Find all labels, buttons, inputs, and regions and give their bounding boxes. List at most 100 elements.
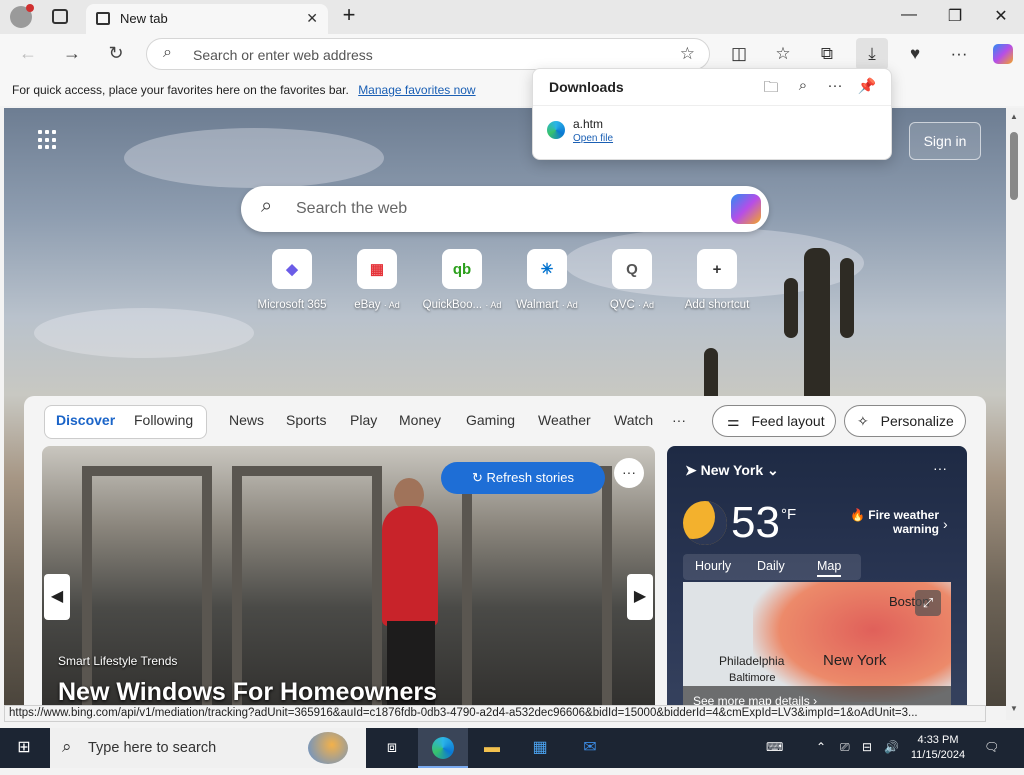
taskbar-clock[interactable]: 4:33 PM 11/15/2024 xyxy=(906,733,970,763)
apps-launcher-icon[interactable] xyxy=(38,130,58,150)
pin-icon[interactable]: 📌 xyxy=(857,77,877,95)
restore-button[interactable]: ❐ xyxy=(940,6,970,26)
minimize-button[interactable]: — xyxy=(894,6,924,24)
map-footer[interactable]: See more map details › xyxy=(683,686,951,706)
background-cactus xyxy=(804,248,830,408)
walmart-icon: ✳ xyxy=(527,249,567,289)
more-tabs-button[interactable]: ··· xyxy=(672,412,686,428)
task-view-icon[interactable]: ⧈ xyxy=(380,736,404,760)
feed-layout-button[interactable]: ⚌ Feed layout xyxy=(712,405,836,437)
tray-device-icon[interactable]: ⎚ xyxy=(840,740,850,755)
carousel-next-button[interactable]: ▶ xyxy=(627,574,653,620)
title-bar: New tab ✕ + — ❐ ✕ xyxy=(0,0,1024,34)
shortcut-tile[interactable]: ◆ Microsoft 365 xyxy=(247,249,337,311)
ad-badge: · Ad xyxy=(638,300,655,310)
story-more-button[interactable]: ··· xyxy=(614,458,644,488)
search-downloads-icon[interactable]: ⌕ xyxy=(793,77,813,94)
copilot-icon[interactable] xyxy=(990,42,1016,66)
background-cactus xyxy=(784,278,798,338)
microsoft-365-icon: ◆ xyxy=(272,249,312,289)
settings-more-icon[interactable]: ··· xyxy=(946,42,972,66)
feed-tab-money[interactable]: Money xyxy=(399,412,441,428)
shortcut-label: Walmart · Ad xyxy=(502,299,592,311)
weather-card[interactable]: ➤ New York ⌄ ··· 53 °F 🔥 Fire weather wa… xyxy=(667,446,967,706)
close-window-button[interactable]: ✕ xyxy=(986,6,1016,26)
downloads-title: Downloads xyxy=(549,79,624,95)
shortcut-tile[interactable]: + Add shortcut xyxy=(672,249,762,311)
scrollbar-thumb[interactable] xyxy=(1010,132,1018,200)
weather-tab-daily[interactable]: Daily xyxy=(757,559,785,573)
manage-favorites-link[interactable]: Manage favorites now xyxy=(358,83,475,97)
taskbar-search[interactable]: ⌕ Type here to search xyxy=(50,728,366,768)
windows-start-icon[interactable]: ⊞ xyxy=(12,736,36,760)
chevron-right-icon[interactable]: › xyxy=(943,516,948,532)
keyboard-icon[interactable]: ⌨ xyxy=(766,740,783,754)
feed-tab-weather[interactable]: Weather xyxy=(538,412,591,428)
mail-icon[interactable]: ✉ xyxy=(578,736,602,760)
browser-essentials-icon[interactable]: ♥ xyxy=(902,42,928,66)
shortcut-tile[interactable]: Q QVC · Ad xyxy=(587,249,677,311)
weather-location[interactable]: ➤ New York ⌄ xyxy=(685,462,779,479)
story-image-person xyxy=(382,506,438,626)
weather-map[interactable]: Boston Philadelphia New York Baltimore ⤢… xyxy=(683,582,951,706)
story-card[interactable]: ↻ Refresh stories ··· ◀ ▶ Smart Lifestyl… xyxy=(42,446,655,706)
feed-tab-discover[interactable]: Discover xyxy=(56,412,115,428)
page-scrollbar[interactable]: ▲ ▼ xyxy=(1006,108,1024,720)
download-file-name[interactable]: a.htm xyxy=(573,117,603,131)
profile-icon[interactable] xyxy=(10,4,34,28)
refresh-stories-button[interactable]: ↻ Refresh stories xyxy=(441,462,605,494)
more-options-icon[interactable]: ··· xyxy=(825,77,845,94)
taskbar: ⊞ ⌕ Type here to search ⧈ ▬ ▦ ✉ ⌨ ⌃ ⎚ ⊟ … xyxy=(0,728,1024,768)
split-screen-icon[interactable]: ◫ xyxy=(726,42,752,66)
web-search-placeholder: Search the web xyxy=(296,200,408,217)
weather-tab-map[interactable]: Map xyxy=(817,559,842,577)
search-icon: ⌕ xyxy=(163,44,172,61)
story-source: Smart Lifestyle Trends xyxy=(58,654,178,668)
expand-map-icon[interactable]: ⤢ xyxy=(915,590,941,616)
collections-icon[interactable]: ⧉ xyxy=(814,42,840,66)
chevron-up-icon[interactable]: ⌃ xyxy=(816,740,826,754)
notifications-icon[interactable]: 🗨 xyxy=(984,740,999,754)
edge-taskbar-icon[interactable] xyxy=(418,728,468,768)
new-tab-button[interactable]: + xyxy=(334,2,364,28)
back-button[interactable]: ← xyxy=(16,43,40,64)
open-file-link[interactable]: Open file xyxy=(573,133,613,144)
feed-tab-gaming[interactable]: Gaming xyxy=(466,412,515,428)
shortcut-tile[interactable]: ✳ Walmart · Ad xyxy=(502,249,592,311)
feed-tab-play[interactable]: Play xyxy=(350,412,377,428)
favorites-icon[interactable]: ☆ xyxy=(770,42,796,66)
close-tab-icon[interactable]: ✕ xyxy=(306,10,318,27)
address-bar[interactable]: ⌕ Search or enter web address ☆ xyxy=(146,38,710,70)
refresh-button[interactable]: ↻ xyxy=(104,43,128,64)
feed-tab-news[interactable]: News xyxy=(229,412,264,428)
microsoft-store-icon[interactable]: ▦ xyxy=(528,736,552,760)
shortcut-tile[interactable]: ▦ eBay · Ad xyxy=(332,249,422,311)
tab-actions-icon[interactable] xyxy=(52,9,68,24)
story-title[interactable]: New Windows For Homeowners xyxy=(58,678,437,706)
forward-button[interactable]: → xyxy=(60,43,84,64)
shortcut-tile[interactable]: qb QuickBoo... · Ad xyxy=(417,249,507,311)
taskbar-time: 4:33 PM xyxy=(917,734,959,746)
open-folder-icon[interactable]: 🗀 xyxy=(761,77,781,102)
sign-in-button[interactable]: Sign in xyxy=(909,122,981,160)
favorite-star-icon[interactable]: ☆ xyxy=(680,44,695,64)
downloads-icon[interactable]: ⤓ xyxy=(856,38,888,70)
weather-unit[interactable]: °F xyxy=(781,506,796,523)
copilot-search-icon[interactable] xyxy=(731,194,761,224)
weather-alert[interactable]: 🔥 Fire weather warning xyxy=(847,508,939,536)
scroll-down-icon[interactable]: ▼ xyxy=(1010,704,1018,713)
feed-tab-watch[interactable]: Watch xyxy=(614,412,653,428)
personalize-button[interactable]: ✧ Personalize xyxy=(844,405,966,437)
volume-icon[interactable]: 🔊 xyxy=(884,740,899,754)
scroll-up-icon[interactable]: ▲ xyxy=(1010,112,1018,121)
file-explorer-icon[interactable]: ▬ xyxy=(480,736,504,760)
feed-tab-following[interactable]: Following xyxy=(134,412,193,428)
shortcut-label-text: Walmart xyxy=(516,299,559,311)
weather-tab-hourly[interactable]: Hourly xyxy=(695,559,731,573)
tab-new-tab[interactable]: New tab ✕ xyxy=(86,4,328,34)
weather-more-button[interactable]: ··· xyxy=(933,460,947,476)
web-search-box[interactable]: ⌕ Search the web xyxy=(241,186,769,232)
feed-tab-sports[interactable]: Sports xyxy=(286,412,326,428)
network-icon[interactable]: ⊟ xyxy=(862,740,872,754)
carousel-prev-button[interactable]: ◀ xyxy=(44,574,70,620)
